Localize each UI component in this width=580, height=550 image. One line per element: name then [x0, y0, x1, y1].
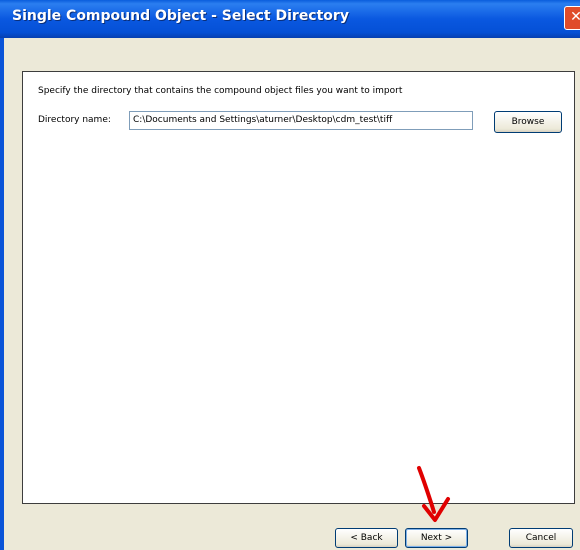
back-button[interactable]: < Back [335, 528, 398, 548]
window-title: Single Compound Object - Select Director… [12, 8, 349, 24]
close-icon: ✕ [570, 9, 580, 25]
next-button[interactable]: Next > [405, 528, 468, 548]
directory-name-label: Directory name: [38, 115, 111, 125]
browse-button-label: Browse [511, 117, 545, 127]
back-button-label: < Back [350, 533, 383, 543]
cancel-button[interactable]: Cancel [509, 528, 573, 548]
browse-button[interactable]: Browse [494, 111, 562, 133]
dialog-window: Single Compound Object - Select Director… [0, 0, 580, 550]
window-border [0, 38, 4, 550]
next-button-label: Next > [420, 533, 453, 543]
content-panel [22, 71, 575, 504]
instruction-text: Specify the directory that contains the … [38, 86, 403, 96]
red-arrow-icon [417, 466, 450, 522]
title-bar[interactable]: Single Compound Object - Select Director… [0, 0, 580, 38]
cancel-button-label: Cancel [525, 533, 557, 543]
directory-name-input[interactable]: C:\Documents and Settings\aturner\Deskto… [129, 111, 473, 130]
close-button[interactable]: ✕ [564, 6, 580, 30]
